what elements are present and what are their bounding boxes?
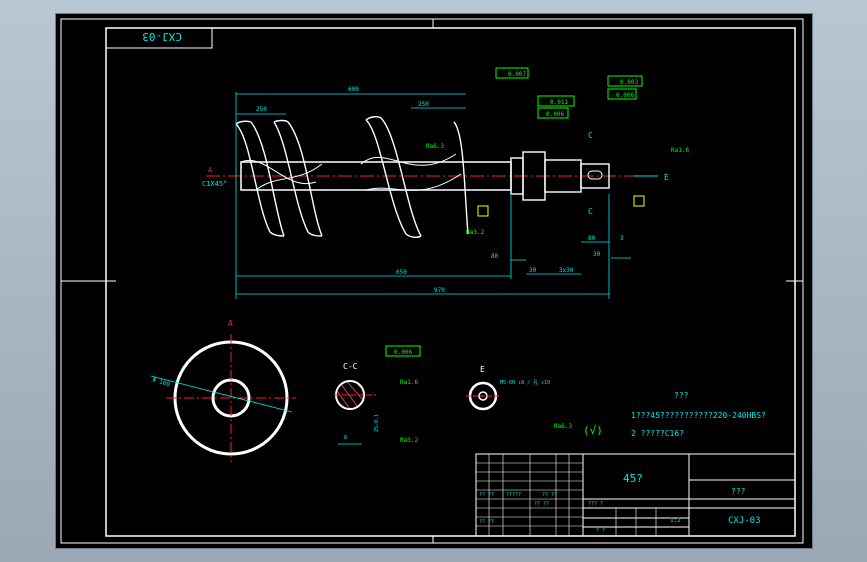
section-c-dim-2: 25-0.1	[374, 414, 380, 432]
dim-d1: 30	[529, 267, 537, 274]
section-c-c-label: C-C	[343, 362, 358, 371]
title-cell-7: ? ?	[596, 528, 605, 534]
section-c-top: C	[588, 131, 593, 140]
notes-heading: ???	[674, 391, 689, 400]
section-c-roughness-1: Ra1.6	[400, 379, 418, 386]
screw-flight-left-front	[235, 121, 323, 237]
screw-flight-right-front	[365, 117, 469, 237]
tol-2: 0.011	[550, 99, 568, 106]
notes-roughness: Ra6.3	[554, 423, 572, 430]
dim-pitch-1: 250	[256, 106, 267, 113]
view-a-dim: Φ 100	[151, 376, 171, 388]
view-label-a: A	[208, 166, 213, 174]
tol-3: 0.006	[546, 111, 564, 118]
view-a-label: A	[228, 319, 233, 328]
tol-1: 0.007	[508, 71, 526, 78]
tol-4: 0.003	[620, 79, 638, 86]
dim-pitch-2: 250	[418, 101, 429, 108]
title-cell-4: ?? ??	[479, 519, 494, 525]
dim-d2: 3x30	[559, 267, 574, 274]
section-c-bottom: C	[588, 207, 593, 216]
section-c-dim-1: 8	[344, 435, 347, 441]
title-cell-3: ?? ??	[542, 492, 557, 498]
section-c-roughness-2: Ra3.2	[400, 437, 418, 444]
notes-check-mark: (√)	[583, 424, 603, 437]
title-cell-5: ?? ??	[534, 501, 549, 507]
roughness-3: Ra3.2	[466, 229, 484, 236]
view-e-label: E	[480, 365, 485, 374]
datum-box-d	[633, 195, 645, 207]
title-name: ???	[731, 487, 746, 496]
title-material: 45?	[623, 472, 643, 485]
section-c-c	[334, 380, 376, 445]
screw-flight-right-helix	[360, 153, 462, 191]
notes-line-2: 2 ?????C16?	[631, 429, 684, 438]
end-view-e	[466, 381, 500, 411]
dim-d3: 80	[491, 253, 499, 260]
drawing-code-rotated: CXJ-03	[142, 30, 182, 43]
notes-line-1: 1???45???????????220-240HBS?	[631, 411, 766, 420]
title-cell-6: ??? ?	[588, 501, 603, 507]
title-cell-1: ?? ??	[479, 492, 494, 498]
end-view-a	[150, 334, 296, 462]
dim-d5: 30	[593, 251, 601, 258]
roughness-1: Ra6.3	[426, 143, 444, 150]
drawing-canvas: CXJ-03 600 250 250 650 970 80 30 3x30 80…	[60, 18, 804, 544]
dim-shaft-len: 650	[396, 269, 407, 276]
chamfer-note: C1X45°	[202, 180, 227, 188]
dim-total: 970	[434, 287, 445, 294]
tol-5: 0.006	[616, 92, 634, 99]
view-e-note: M5-6H ↧8 / 孔 ↧10	[500, 379, 550, 386]
dim-d6: 80	[588, 235, 596, 242]
dim-overall-screw: 600	[348, 86, 359, 93]
section-e-arrow: E	[664, 173, 669, 182]
roughness-2: Ra1.6	[671, 147, 689, 154]
sheet-inner-frame	[105, 27, 796, 537]
section-c-tol: 0.006	[394, 349, 412, 356]
title-cell-2: ?????	[506, 492, 521, 498]
keyway	[587, 170, 603, 180]
title-scale: 1:2	[670, 517, 681, 524]
datum-box-b	[477, 205, 489, 217]
title-block-grid	[476, 454, 657, 536]
dim-d4: 3	[620, 235, 624, 242]
cad-viewport[interactable]: CXJ-03 600 250 250 650 970 80 30 3x30 80…	[56, 14, 812, 548]
sheet-outer-frame	[60, 18, 804, 544]
title-code: CXJ-03	[728, 516, 761, 526]
tolerance-frames: 0.007 0.011 0.006 0.003 0.006	[495, 67, 643, 119]
